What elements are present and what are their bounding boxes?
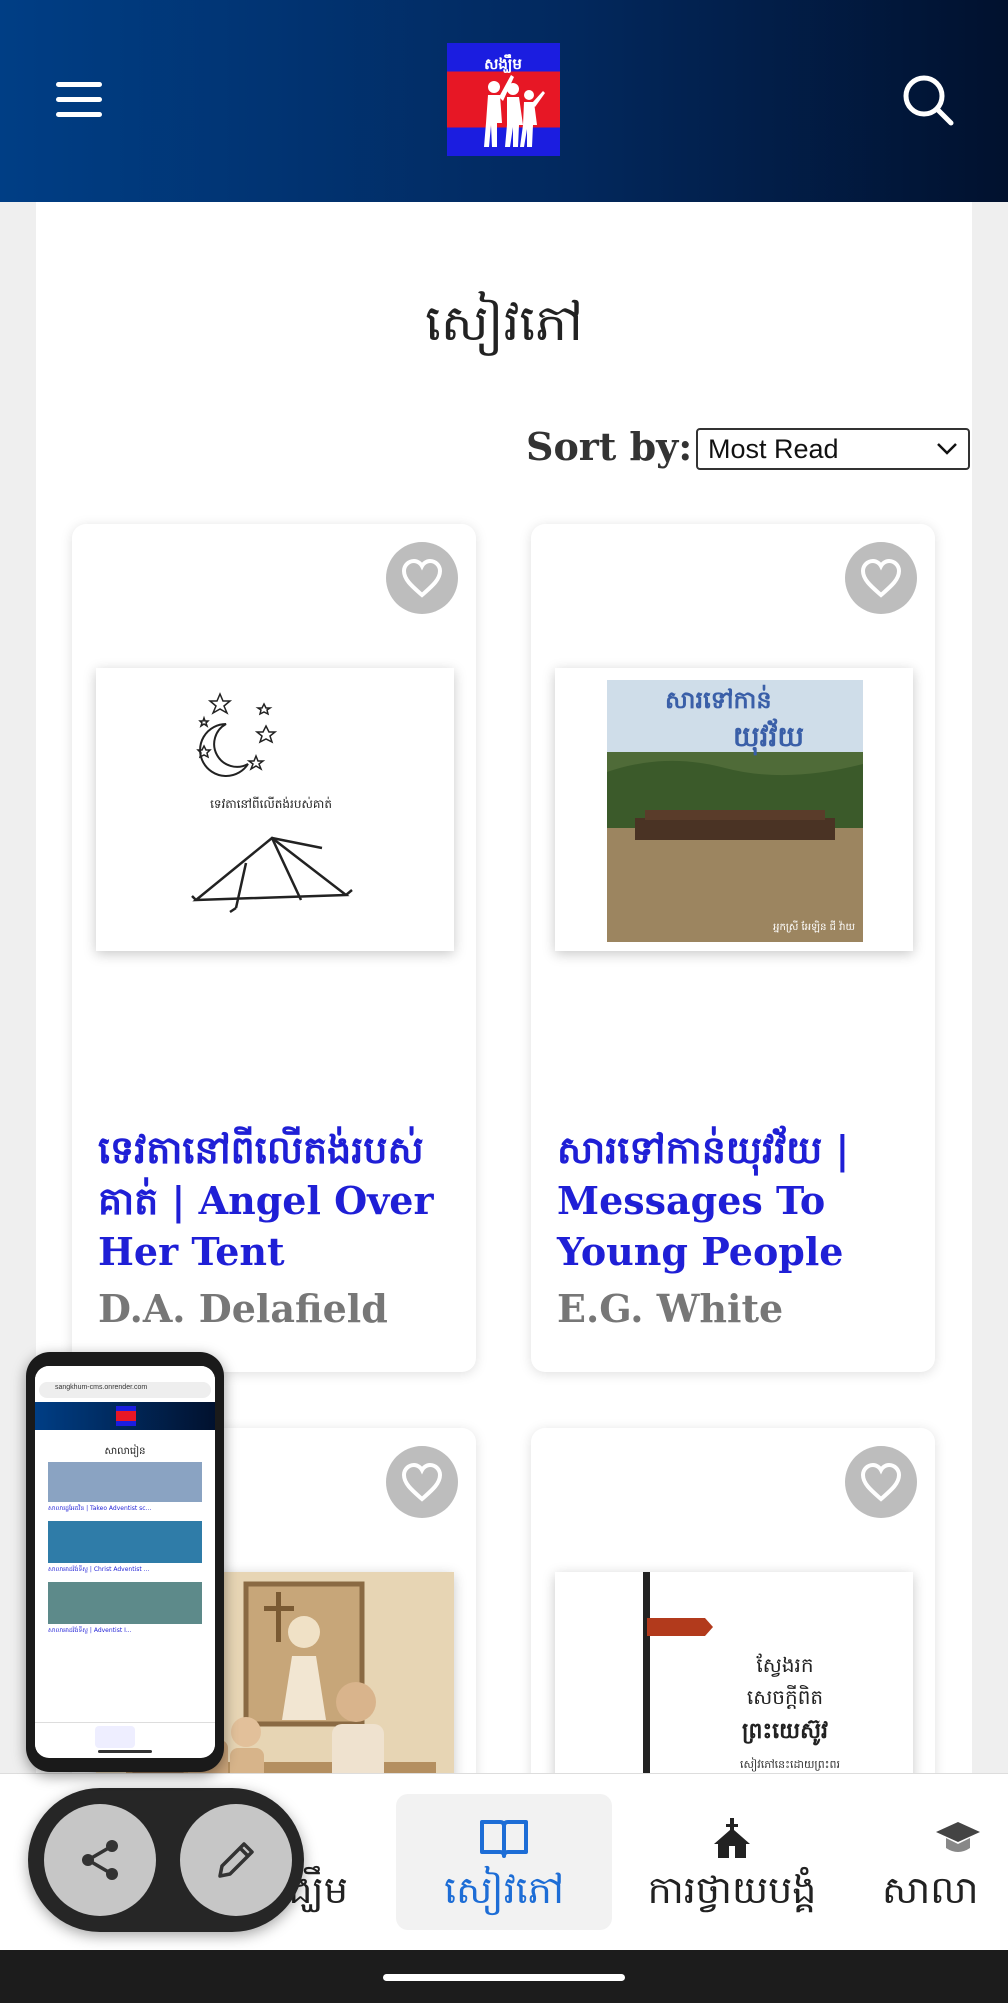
mini-thumb-image (48, 1462, 202, 1502)
top-app-bar: សង្ឃឹម (0, 0, 1008, 202)
cover-subtitle: សៀវភៅនេះដោយព្រះពរ (740, 1757, 840, 1772)
favorite-heart-icon[interactable] (386, 542, 458, 614)
mini-item-title: សាលាអាដវ៉ង់ទីស្ទ | Adventist I... (48, 1627, 132, 1634)
mini-app-preview[interactable]: sangkhum-cms.onrender.com សាលារៀន សាលារដ… (26, 1352, 224, 1772)
nav-item-books[interactable]: សៀវភៅ (396, 1794, 612, 1930)
logo-text: សង្ឃឹម (484, 54, 522, 73)
book-card[interactable]: សារទៅកាន់ យុវវ័យ អ្នកស្រី អែឡិន ជី វ៉ាយ … (531, 524, 935, 1372)
book-cover-image[interactable]: ស្វែងរក សេចក្ដីពិត ព្រះយេស៊ូវ សៀវភៅនេះដោ… (555, 1572, 913, 1777)
book-title-link[interactable]: ទេវតានៅពីលើតង់របស់គាត់ | Angel Over Her … (98, 1124, 458, 1277)
book-open-icon (480, 1820, 528, 1858)
favorite-heart-icon[interactable] (845, 1446, 917, 1518)
cover-title-line-1: សារទៅកាន់ (665, 684, 772, 714)
cover-title-line-2: សេចក្ដីពិត (747, 1684, 823, 1709)
cover-title-text: ទេវតានៅពីលើតង់របស់គាត់ (210, 796, 332, 811)
mini-title: សាលារៀន (104, 1446, 146, 1457)
cover-title-line-3: ព្រះយេស៊ូវ (742, 1718, 828, 1746)
sort-label: Sort by: (526, 424, 693, 469)
hamburger-menu-icon[interactable] (56, 80, 106, 120)
book-title-link[interactable]: សារទៅកាន់យុវវ័យ | Messages To Young Peop… (557, 1124, 917, 1277)
favorite-heart-icon[interactable] (386, 1446, 458, 1518)
cover-title-line-2: យុវវ័យ (733, 718, 804, 756)
flag-logo-icon[interactable]: សង្ឃឹម (447, 43, 560, 156)
search-icon[interactable] (900, 72, 956, 128)
book-cover-image[interactable]: សារទៅកាន់ យុវវ័យ អ្នកស្រី អែឡិន ជី វ៉ាយ (555, 668, 913, 951)
nav-label: សាលា (882, 1868, 979, 1912)
home-gesture-indicator[interactable] (383, 1974, 625, 1981)
mini-item-title: សាលារដ្ឋអែតវិន | Takeo Adventist sc... (48, 1505, 152, 1512)
nav-label: សៀវភៅ (444, 1868, 564, 1912)
share-icon[interactable] (44, 1804, 156, 1916)
page-title: សៀវភៅ (425, 294, 583, 352)
chevron-down-icon (937, 443, 957, 455)
book-author: D.A. Delafield (98, 1286, 388, 1331)
mini-thumb-image (48, 1582, 202, 1624)
church-icon (714, 1818, 750, 1858)
favorite-heart-icon[interactable] (845, 542, 917, 614)
book-card[interactable]: ស្វែងរក សេចក្ដីពិត ព្រះយេស៊ូវ សៀវភៅនេះដោ… (531, 1428, 935, 1777)
graduation-cap-icon (936, 1822, 980, 1852)
cover-footer-text: អ្នកស្រី អែឡិន ជី វ៉ាយ (773, 920, 855, 933)
nav-item-worship[interactable]: ការថ្វាយបង្គំ (632, 1794, 832, 1930)
mini-item-title: សាលាអាដវ៉ង់ទីស្ទ | Christ Adventist ... (48, 1566, 150, 1573)
book-author: E.G. White (557, 1286, 784, 1331)
book-cover-image[interactable]: ទេវតានៅពីលើតង់របស់គាត់ (96, 668, 454, 951)
cover-title-line-1: ស្វែងរក (756, 1653, 813, 1677)
sort-selected-value: Most Read (708, 434, 839, 464)
book-card[interactable]: ទេវតានៅពីលើតង់របស់គាត់ ទេវតានៅពីលើតង់របស… (72, 524, 476, 1372)
mini-url-text: sangkhum-cms.onrender.com (55, 1384, 148, 1391)
mini-thumb-image (48, 1521, 202, 1563)
nav-label: ការថ្វាយបង្គំ (647, 1868, 817, 1912)
floating-action-bar (28, 1788, 304, 1932)
sort-select[interactable]: Most Read (696, 428, 970, 470)
pencil-icon[interactable] (180, 1804, 292, 1916)
mini-preview-screen: sangkhum-cms.onrender.com សាលារៀន សាលារដ… (35, 1366, 215, 1758)
nav-item-school[interactable]: សាលា (870, 1794, 1008, 1930)
mini-flag-icon (116, 1406, 136, 1426)
